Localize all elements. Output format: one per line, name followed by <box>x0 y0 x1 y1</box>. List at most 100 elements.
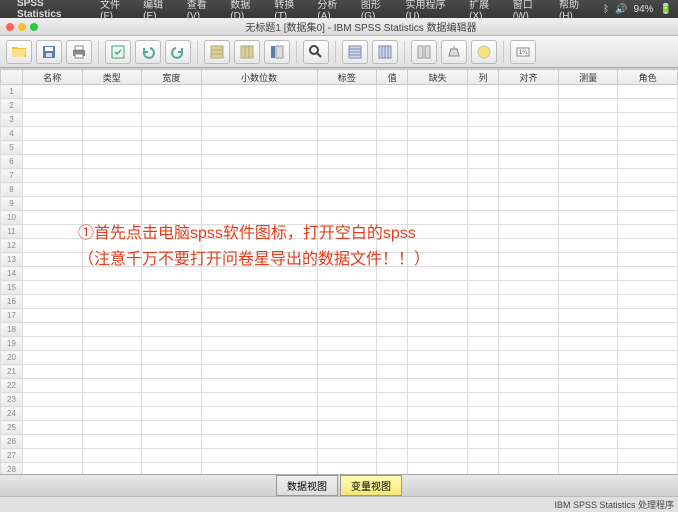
table-row[interactable]: 25 <box>1 421 678 435</box>
cell[interactable] <box>618 449 678 463</box>
minimize-icon[interactable] <box>18 23 26 31</box>
table-row[interactable]: 10 <box>1 211 678 225</box>
row-header[interactable]: 12 <box>1 239 23 253</box>
cell[interactable] <box>558 127 618 141</box>
table-row[interactable]: 28 <box>1 463 678 475</box>
table-row[interactable]: 7 <box>1 169 678 183</box>
cell[interactable] <box>467 211 498 225</box>
table-row[interactable]: 26 <box>1 435 678 449</box>
cell[interactable] <box>82 239 142 253</box>
cell[interactable] <box>499 295 559 309</box>
table-row[interactable]: 4 <box>1 127 678 141</box>
cell[interactable] <box>499 113 559 127</box>
cell[interactable] <box>467 435 498 449</box>
cell[interactable] <box>82 197 142 211</box>
cell[interactable] <box>142 99 202 113</box>
cell[interactable] <box>317 225 377 239</box>
cell[interactable] <box>377 127 408 141</box>
cell[interactable] <box>82 421 142 435</box>
row-header[interactable]: 23 <box>1 393 23 407</box>
print-button[interactable] <box>66 40 92 64</box>
menu-window[interactable]: 窗口(W) <box>513 0 548 22</box>
cell[interactable] <box>558 197 618 211</box>
cell[interactable] <box>201 183 317 197</box>
cell[interactable] <box>201 309 317 323</box>
table-row[interactable]: 18 <box>1 323 678 337</box>
cell[interactable] <box>82 141 142 155</box>
table-row[interactable]: 3 <box>1 113 678 127</box>
cell[interactable] <box>82 463 142 475</box>
cell[interactable] <box>142 393 202 407</box>
cell[interactable] <box>377 155 408 169</box>
menu-file[interactable]: 文件(F) <box>100 0 132 22</box>
cell[interactable] <box>23 323 83 337</box>
cell[interactable] <box>618 155 678 169</box>
row-header[interactable]: 22 <box>1 379 23 393</box>
cell[interactable] <box>618 435 678 449</box>
cell[interactable] <box>558 183 618 197</box>
cell[interactable] <box>377 99 408 113</box>
cell[interactable] <box>408 211 468 225</box>
cell[interactable] <box>201 85 317 99</box>
cell[interactable] <box>82 365 142 379</box>
cell[interactable] <box>142 113 202 127</box>
cell[interactable] <box>142 295 202 309</box>
table-row[interactable]: 1 <box>1 85 678 99</box>
table-row[interactable]: 9 <box>1 197 678 211</box>
cell[interactable] <box>499 309 559 323</box>
row-header[interactable]: 21 <box>1 365 23 379</box>
cell[interactable] <box>23 309 83 323</box>
cell[interactable] <box>23 211 83 225</box>
cell[interactable] <box>618 421 678 435</box>
cell[interactable] <box>618 253 678 267</box>
cell[interactable] <box>377 393 408 407</box>
app-name[interactable]: SPSS Statistics <box>17 0 89 20</box>
cell[interactable] <box>317 239 377 253</box>
cell[interactable] <box>201 351 317 365</box>
cell[interactable] <box>377 85 408 99</box>
cell[interactable] <box>142 127 202 141</box>
cell[interactable] <box>558 141 618 155</box>
table-row[interactable]: 27 <box>1 449 678 463</box>
cell[interactable] <box>618 323 678 337</box>
cell[interactable] <box>558 239 618 253</box>
cell[interactable] <box>499 127 559 141</box>
column-header[interactable]: 列 <box>467 70 498 85</box>
cell[interactable] <box>558 85 618 99</box>
column-header[interactable]: 测量 <box>558 70 618 85</box>
cell[interactable] <box>23 113 83 127</box>
cell[interactable] <box>408 351 468 365</box>
cell[interactable] <box>82 407 142 421</box>
cell[interactable] <box>408 197 468 211</box>
cell[interactable] <box>317 407 377 421</box>
cell[interactable] <box>23 449 83 463</box>
cell[interactable] <box>408 309 468 323</box>
cell[interactable] <box>558 365 618 379</box>
cell[interactable] <box>317 253 377 267</box>
variable-grid[interactable]: 名称类型宽度小数位数标签值缺失列对齐测量角色 12345678910111213… <box>0 68 678 474</box>
cell[interactable] <box>201 379 317 393</box>
cell[interactable] <box>377 365 408 379</box>
table-row[interactable]: 16 <box>1 295 678 309</box>
goto-variable-button[interactable] <box>234 40 260 64</box>
cell[interactable] <box>618 183 678 197</box>
cell[interactable] <box>499 141 559 155</box>
cell[interactable] <box>499 183 559 197</box>
insert-case-button[interactable] <box>342 40 368 64</box>
cell[interactable] <box>82 155 142 169</box>
cell[interactable] <box>377 351 408 365</box>
cell[interactable] <box>618 85 678 99</box>
cell[interactable] <box>317 309 377 323</box>
cell[interactable] <box>499 225 559 239</box>
row-header[interactable]: 15 <box>1 281 23 295</box>
cell[interactable] <box>408 379 468 393</box>
cell[interactable] <box>23 337 83 351</box>
table-row[interactable]: 22 <box>1 379 678 393</box>
row-header[interactable]: 11 <box>1 225 23 239</box>
cell[interactable] <box>408 421 468 435</box>
cell[interactable] <box>201 127 317 141</box>
cell[interactable] <box>467 393 498 407</box>
cell[interactable] <box>82 267 142 281</box>
cell[interactable] <box>618 127 678 141</box>
cell[interactable] <box>618 407 678 421</box>
